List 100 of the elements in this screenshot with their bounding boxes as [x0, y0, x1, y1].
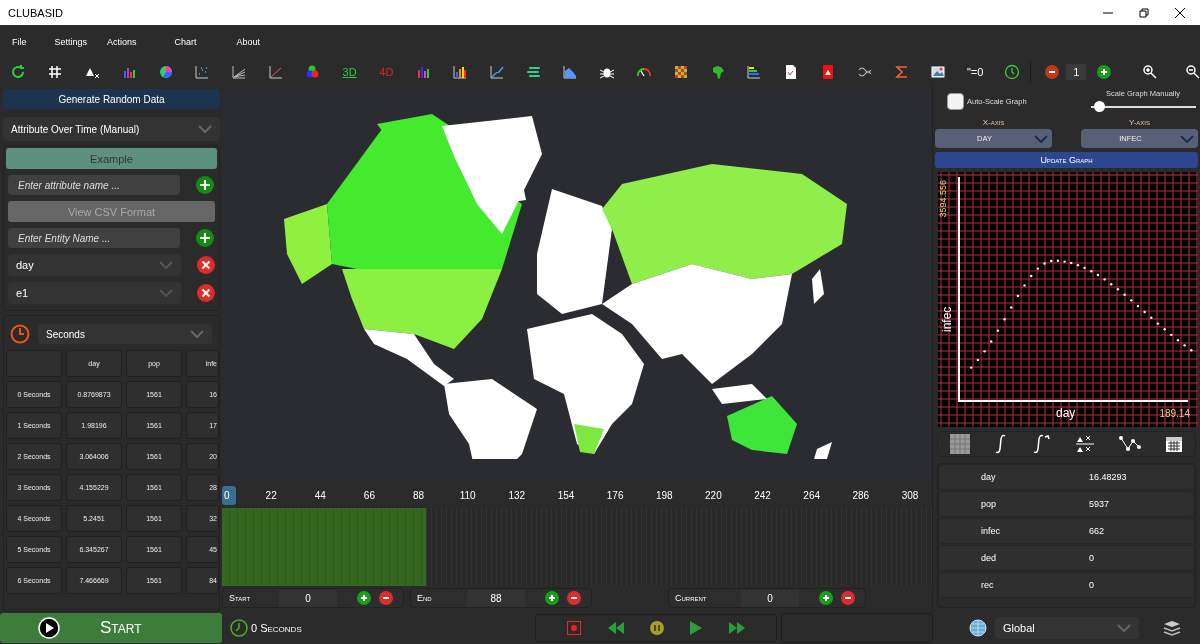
refresh-icon[interactable] — [10, 63, 27, 80]
integral-icon[interactable] — [1031, 434, 1052, 454]
tick-label: 44 — [313, 489, 327, 501]
reading-name: pop — [980, 499, 998, 509]
reading-name: rec — [980, 580, 995, 590]
plus-button[interactable] — [357, 591, 371, 605]
mode-dropdown[interactable]: Attribute Over Time (Manual) — [3, 117, 220, 141]
pie-chart-icon[interactable] — [157, 63, 174, 80]
minus-button[interactable] — [567, 591, 581, 605]
timeline-handle[interactable]: 0 — [222, 485, 236, 505]
reading-value: 662 — [1089, 526, 1105, 536]
histogram-icon[interactable] — [451, 63, 468, 80]
play-icon — [38, 617, 60, 639]
layers-icon[interactable] — [1163, 619, 1181, 637]
menu-item[interactable]: About — [236, 36, 261, 47]
axis-label: Y-axis — [1129, 118, 1150, 127]
tick-label: 88 — [412, 489, 426, 501]
calendar-icon[interactable] — [1165, 435, 1184, 453]
reading-name: infec — [980, 526, 1001, 536]
line-chart-icon[interactable] — [267, 63, 284, 80]
chevron-icon — [190, 330, 204, 338]
tick-label: 110 — [458, 489, 477, 501]
record-button[interactable] — [567, 621, 582, 635]
tick-label: 242 — [753, 489, 772, 501]
texture-icon[interactable] — [949, 434, 970, 454]
image-icon[interactable] — [930, 63, 947, 80]
circles-icon[interactable] — [304, 63, 321, 80]
3d-icon[interactable]: 3D — [342, 65, 357, 78]
remove-button[interactable] — [197, 256, 215, 274]
pause-button[interactable] — [649, 621, 664, 635]
entry-dropdown[interactable]: day — [8, 254, 182, 276]
range-label: End — [416, 593, 433, 603]
reading-value: 0 — [1089, 553, 1094, 563]
polyline-icon[interactable] — [1119, 435, 1142, 453]
x-max-label: 189.14 — [1159, 408, 1190, 419]
area-chart-icon[interactable] — [562, 63, 579, 80]
minus-button[interactable] — [379, 591, 393, 605]
generate-button[interactable]: Generate Random Data — [3, 89, 220, 109]
clock-icon — [230, 619, 248, 637]
remove-button[interactable] — [197, 284, 215, 302]
plus-button[interactable] — [819, 591, 833, 605]
chevron-icon — [1034, 134, 1048, 143]
auto-scale-checkbox[interactable] — [947, 93, 964, 110]
reading-value: 0 — [1089, 580, 1094, 590]
start-button[interactable]: Start — [0, 613, 222, 643]
add-button[interactable] — [196, 176, 214, 194]
tick-label: 132 — [507, 489, 527, 501]
sigma-icon[interactable] — [893, 63, 910, 80]
timeline-track[interactable] — [222, 508, 932, 586]
chevron-icon — [1180, 134, 1194, 143]
tick-label: 22 — [264, 489, 278, 501]
slope-icon[interactable] — [1075, 434, 1096, 454]
grid-icon[interactable] — [47, 63, 64, 80]
tick-label: 176 — [605, 489, 625, 501]
entry-dropdown[interactable]: e1 — [8, 282, 182, 304]
y-max-label: 3594.556 — [939, 180, 948, 218]
range-label: Current — [674, 593, 708, 603]
range-value[interactable]: 0 — [279, 589, 337, 607]
menu-item[interactable]: Actions — [107, 36, 137, 47]
attribute-field[interactable]: Enter attribute name ... — [8, 175, 180, 195]
add-button[interactable] — [196, 229, 214, 247]
restore-icon[interactable] — [1138, 6, 1150, 19]
chevron-icon — [159, 289, 174, 297]
time-unit-dropdown[interactable]: Seconds — [38, 324, 212, 344]
close-icon[interactable] — [1174, 6, 1186, 19]
horizontal-bar-icon[interactable] — [746, 63, 763, 80]
menu-item[interactable]: Settings — [54, 36, 88, 47]
menu-item[interactable]: File — [12, 36, 27, 47]
scatter-chart-icon[interactable] — [194, 63, 211, 80]
range-value[interactable]: 0 — [741, 589, 799, 607]
fast-forward-button[interactable] — [728, 622, 745, 634]
tick-label: 66 — [362, 489, 376, 501]
heatmap-icon[interactable] — [672, 63, 689, 80]
chevron-icon — [1117, 624, 1131, 632]
minus-button[interactable] — [1045, 64, 1060, 79]
minus-button[interactable] — [841, 591, 855, 605]
y-axis-title: infec — [940, 306, 954, 332]
entity-field[interactable]: Enter Entity Name ... — [8, 228, 180, 248]
menu-item[interactable]: Chart — [174, 36, 197, 47]
x-axis-title: day — [1056, 406, 1076, 420]
equation-button[interactable]: "=0 — [966, 65, 984, 78]
zoom-in-icon[interactable] — [1143, 64, 1158, 79]
clock-icon[interactable] — [1003, 63, 1020, 80]
globe-icon[interactable] — [969, 619, 987, 637]
plus-button[interactable] — [1097, 64, 1112, 79]
counter-field[interactable]: 1 — [1066, 63, 1087, 80]
play-button[interactable] — [690, 621, 703, 635]
region-dropdown[interactable]: Global — [995, 617, 1139, 639]
slider-thumb[interactable] — [1093, 101, 1105, 112]
line-chart-icon[interactable] — [231, 63, 248, 80]
update-graph-button[interactable]: Update Graph — [935, 152, 1198, 168]
range-value[interactable]: 88 — [467, 589, 525, 607]
rewind-button[interactable] — [607, 622, 624, 634]
integral-icon[interactable] — [993, 434, 1008, 454]
plus-button[interactable] — [545, 591, 559, 605]
example-button[interactable]: Example — [6, 148, 217, 169]
zoom-out-icon[interactable] — [1186, 64, 1200, 79]
line-chart-icon[interactable] — [488, 63, 505, 80]
reading-value: 16.48293 — [1089, 472, 1127, 482]
reading-name: day — [980, 472, 997, 482]
